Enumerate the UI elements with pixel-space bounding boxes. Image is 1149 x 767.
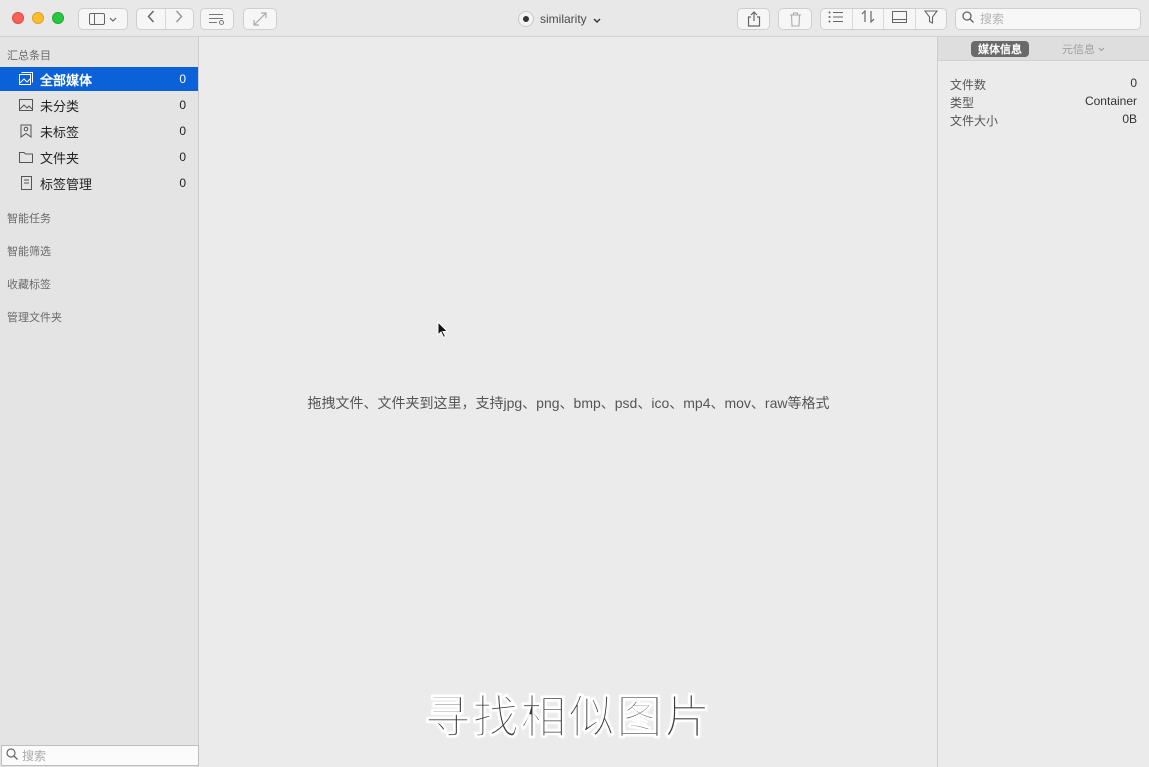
preview-icon [891,10,907,28]
info-row-type: 类型 Container [950,94,1137,111]
sidebar-item-count: 0 [179,124,186,138]
share-icon [747,11,761,27]
tab-media-info[interactable]: 媒体信息 [971,41,1029,57]
zoom-window-button[interactable] [52,12,64,24]
info-panel-tabs: 媒体信息 元信息 [938,37,1149,61]
sidebar-item-label: 全部媒体 [40,72,93,88]
mouse-cursor-icon [437,320,449,344]
sidebar-item-count: 0 [179,150,186,164]
sidebar-search[interactable] [1,745,199,766]
photo-icon [18,71,34,87]
sidebar-item-label: 未分类 [40,98,80,114]
search-icon [6,747,18,765]
forward-icon [175,10,183,28]
forward-button[interactable] [166,9,194,29]
section-smart-filters[interactable]: 智能筛选 [7,243,51,259]
sidebar-toggle-button[interactable] [78,8,128,30]
sidebar-item-label: 未标签 [40,124,80,140]
sidebar-item-count: 0 [179,176,186,190]
section-favorite-tags[interactable]: 收藏标签 [7,276,51,292]
list-view-icon [828,10,844,28]
sidebar-item-uncategorized[interactable]: 未分类 0 [0,93,198,117]
fullscreen-icon [253,12,267,26]
filter-icon [923,9,938,29]
info-value: 0 [1130,76,1137,90]
toolbar-search-input[interactable] [980,12,1130,26]
app-window: similarity 搜索 汇总条目 全部媒体 0 未分类 0 未标签 0 文件… [0,0,1149,767]
window-title-text: similarity [540,12,587,26]
info-key: 文件数 [950,78,987,92]
sidebar-item-untagged[interactable]: 未标签 0 [0,119,198,143]
chevron-down-icon [1098,43,1105,55]
info-key: 类型 [950,96,975,110]
edit-list-button[interactable] [200,8,234,30]
filter-button[interactable] [916,9,947,29]
chevron-down-icon [593,10,601,28]
chevron-down-icon [109,17,117,22]
edit-list-icon [209,13,225,25]
section-manage-folders[interactable]: 管理文件夹 [7,309,62,325]
folder-icon [18,149,34,165]
sidebar-item-label: 文件夹 [40,150,80,166]
info-row-file-count: 文件数 0 [950,76,1137,93]
bookmark-icon [18,175,34,191]
fullscreen-button[interactable] [243,8,277,30]
view-options-group [820,8,947,30]
share-button[interactable] [737,8,770,30]
sidebar-toggle-icon [89,13,105,25]
preview-button[interactable] [884,9,916,29]
section-smart-tasks[interactable]: 智能任务 [7,210,51,226]
close-window-button[interactable] [12,12,24,24]
info-value: Container [1084,94,1137,108]
sidebar-item-count: 0 [179,72,186,86]
sort-icon [861,9,875,28]
info-row-file-size: 文件大小 0B [950,112,1137,129]
sidebar-search-input[interactable] [22,748,192,763]
tab-metadata[interactable]: 元信息 [1062,41,1105,57]
window-title[interactable]: similarity [518,9,601,29]
sidebar-item-count: 0 [179,98,186,112]
back-icon [147,10,155,28]
section-summary-title[interactable]: 汇总条目 [7,47,51,63]
sidebar-item-label: 标签管理 [40,176,93,192]
search-icon [962,10,974,28]
list-view-button[interactable] [821,9,853,29]
nav-buttons [136,8,194,30]
toolbar-search[interactable] [955,8,1141,30]
info-value: 0B [1122,112,1137,126]
info-key: 文件大小 [950,114,999,128]
sidebar: 汇总条目 全部媒体 0 未分类 0 未标签 0 文件夹 0 标签管理 0 智能任… [0,37,199,767]
minimize-window-button[interactable] [32,12,44,24]
toolbar: similarity [0,0,1149,37]
image-icon [18,97,34,113]
media-drop-area[interactable]: 拖拽文件、文件夹到这里，支持jpg、png、bmp、psd、ico、mp4、mo… [200,37,937,767]
sidebar-item-all-media[interactable]: 全部媒体 0 [0,67,198,91]
delete-button[interactable] [778,8,812,30]
drop-hint-text: 拖拽文件、文件夹到这里，支持jpg、png、bmp、psd、ico、mp4、mo… [307,395,830,411]
sort-button[interactable] [853,9,884,29]
trash-icon [789,11,802,27]
sidebar-item-tag-management[interactable]: 标签管理 0 [0,171,198,195]
info-panel: 媒体信息 元信息 文件数 0 类型 Container 文件大小 0B [937,37,1149,767]
app-icon [518,11,534,27]
sidebar-item-folders[interactable]: 文件夹 0 [0,145,198,169]
tag-icon [18,123,34,139]
video-caption: 寻找相似图片 [424,691,713,744]
back-button[interactable] [137,9,166,29]
tab-metadata-label: 元信息 [1062,44,1095,56]
